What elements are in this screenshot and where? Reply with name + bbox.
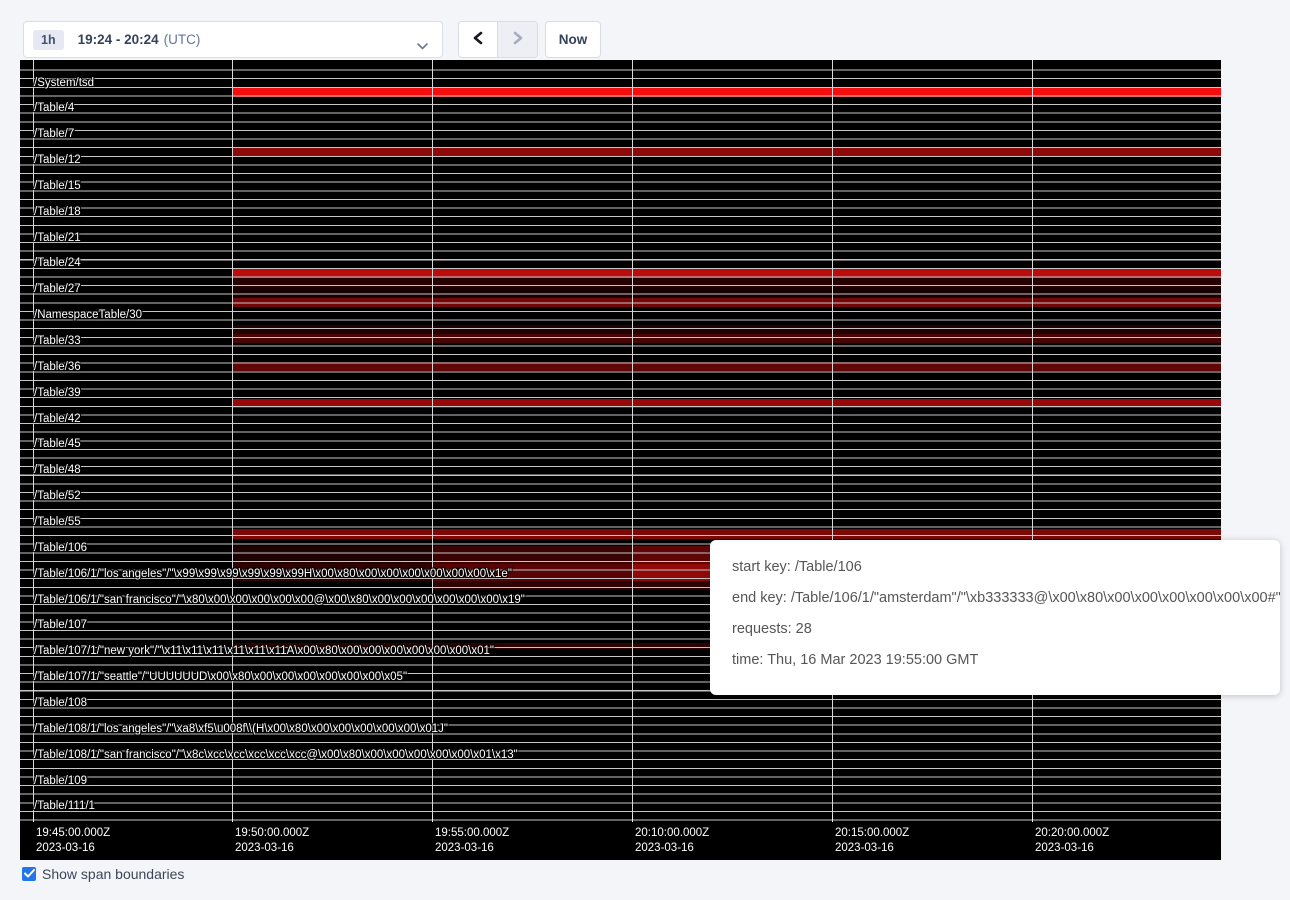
row-label: /Table/39: [34, 387, 81, 400]
row-label: /Table/15: [34, 180, 81, 193]
axis-tick: [432, 815, 433, 822]
time-range-duration-badge: 1h: [33, 30, 64, 50]
row-label: /Table/106/1/"san francisco"/"\x80\x00\x…: [34, 594, 525, 607]
row-label: /Table/27: [34, 283, 81, 296]
checkmark-icon: [24, 865, 35, 883]
axis-time-label: 19:55:00.000Z2023-03-16: [435, 826, 509, 856]
row-label: /Table/18: [34, 206, 81, 219]
axis-time-label: 19:45:00.000Z2023-03-16: [36, 826, 110, 856]
row-label: /Table/42: [34, 413, 81, 426]
row-label: /Table/21: [34, 232, 81, 245]
axis-time-text: 19:50:00.000Z: [235, 826, 309, 841]
axis-time-label: 20:10:00.000Z2023-03-16: [635, 826, 709, 856]
axis-time-label: 20:15:00.000Z2023-03-16: [835, 826, 909, 856]
chevron-right-icon: [512, 31, 524, 48]
show-span-boundaries-label: Show span boundaries: [42, 866, 184, 882]
axis-tick: [832, 815, 833, 822]
axis-time-label: 20:20:00.000Z2023-03-16: [1035, 826, 1109, 856]
row-label: /System/tsd: [34, 77, 94, 90]
previous-interval-button[interactable]: [459, 22, 498, 57]
axis-time-text: 20:10:00.000Z: [635, 826, 709, 841]
row-label: /Table/52: [34, 490, 81, 503]
axis-time-label: 19:50:00.000Z2023-03-16: [235, 826, 309, 856]
key-visualizer-heatmap[interactable]: /System/tsd/Table/4/Table/7/Table/12/Tab…: [20, 60, 1221, 860]
tooltip-line: start key: /Table/106: [732, 557, 1258, 577]
row-label: /Table/107/1/"new york"/"\x11\x11\x11\x1…: [34, 645, 494, 658]
tooltip-line: requests: 28: [732, 619, 1258, 639]
axis-tick: [1032, 815, 1033, 822]
row-label: /Table/7: [34, 128, 74, 141]
axis-time-text: 20:20:00.000Z: [1035, 826, 1109, 841]
axis-time-text: 19:45:00.000Z: [36, 826, 110, 841]
footer-controls: Show span boundaries: [22, 866, 184, 882]
row-label: /Table/45: [34, 438, 81, 451]
now-button[interactable]: Now: [545, 21, 601, 58]
row-label: /Table/36: [34, 361, 81, 374]
row-label: /Table/33: [34, 335, 81, 348]
row-label: /Table/55: [34, 516, 81, 529]
row-label: /Table/106: [34, 542, 87, 555]
row-label: /NamespaceTable/30: [34, 309, 142, 322]
row-label: /Table/109: [34, 775, 87, 788]
axis-tick: [232, 815, 233, 822]
tooltip-line: end key: /Table/106/1/"amsterdam"/"\xb33…: [732, 588, 1258, 608]
row-label: /Table/108: [34, 697, 87, 710]
row-label: /Table/107/1/"seattle"/"UUUUUUD\x00\x80\…: [34, 671, 407, 684]
time-nav-group: [458, 21, 538, 58]
row-label: /Table/108/1/"los angeles"/"\xa8\xf5\u00…: [34, 723, 448, 736]
next-interval-button[interactable]: [498, 22, 537, 57]
row-label: /Table/111/1: [34, 800, 95, 813]
axis-date-text: 2023-03-16: [235, 841, 309, 856]
row-label: /Table/108/1/"san francisco"/"\x8c\xcc\x…: [34, 749, 518, 762]
show-span-boundaries-checkbox[interactable]: [22, 867, 36, 881]
time-range-picker[interactable]: 1h 19:24 - 20:24 (UTC): [23, 21, 443, 58]
time-axis: 19:45:00.000Z2023-03-1619:50:00.000Z2023…: [20, 822, 1221, 860]
row-label: /Table/48: [34, 464, 81, 477]
axis-tick: [33, 815, 34, 822]
chevron-left-icon: [472, 31, 484, 48]
axis-date-text: 2023-03-16: [835, 841, 909, 856]
axis-time-text: 20:15:00.000Z: [835, 826, 909, 841]
row-label: /Table/12: [34, 154, 81, 167]
tooltip-line: time: Thu, 16 Mar 2023 19:55:00 GMT: [732, 650, 1258, 670]
time-range-value: 19:24 - 20:24: [78, 32, 159, 47]
time-range-timezone: (UTC): [164, 32, 201, 47]
axis-tick: [632, 815, 633, 822]
row-labels-layer: /System/tsd/Table/4/Table/7/Table/12/Tab…: [20, 60, 1221, 822]
row-label: /Table/107: [34, 619, 87, 632]
axis-date-text: 2023-03-16: [435, 841, 509, 856]
chevron-down-icon: [417, 37, 428, 55]
axis-time-text: 19:55:00.000Z: [435, 826, 509, 841]
row-label: /Table/106/1/"los angeles"/"\x99\x99\x99…: [34, 568, 512, 581]
axis-date-text: 2023-03-16: [635, 841, 709, 856]
row-label: /Table/24: [34, 257, 81, 270]
axis-date-text: 2023-03-16: [1035, 841, 1109, 856]
row-label: /Table/4: [34, 102, 74, 115]
heatmap-tooltip: start key: /Table/106 end key: /Table/106…: [710, 540, 1280, 695]
axis-date-text: 2023-03-16: [36, 841, 110, 856]
